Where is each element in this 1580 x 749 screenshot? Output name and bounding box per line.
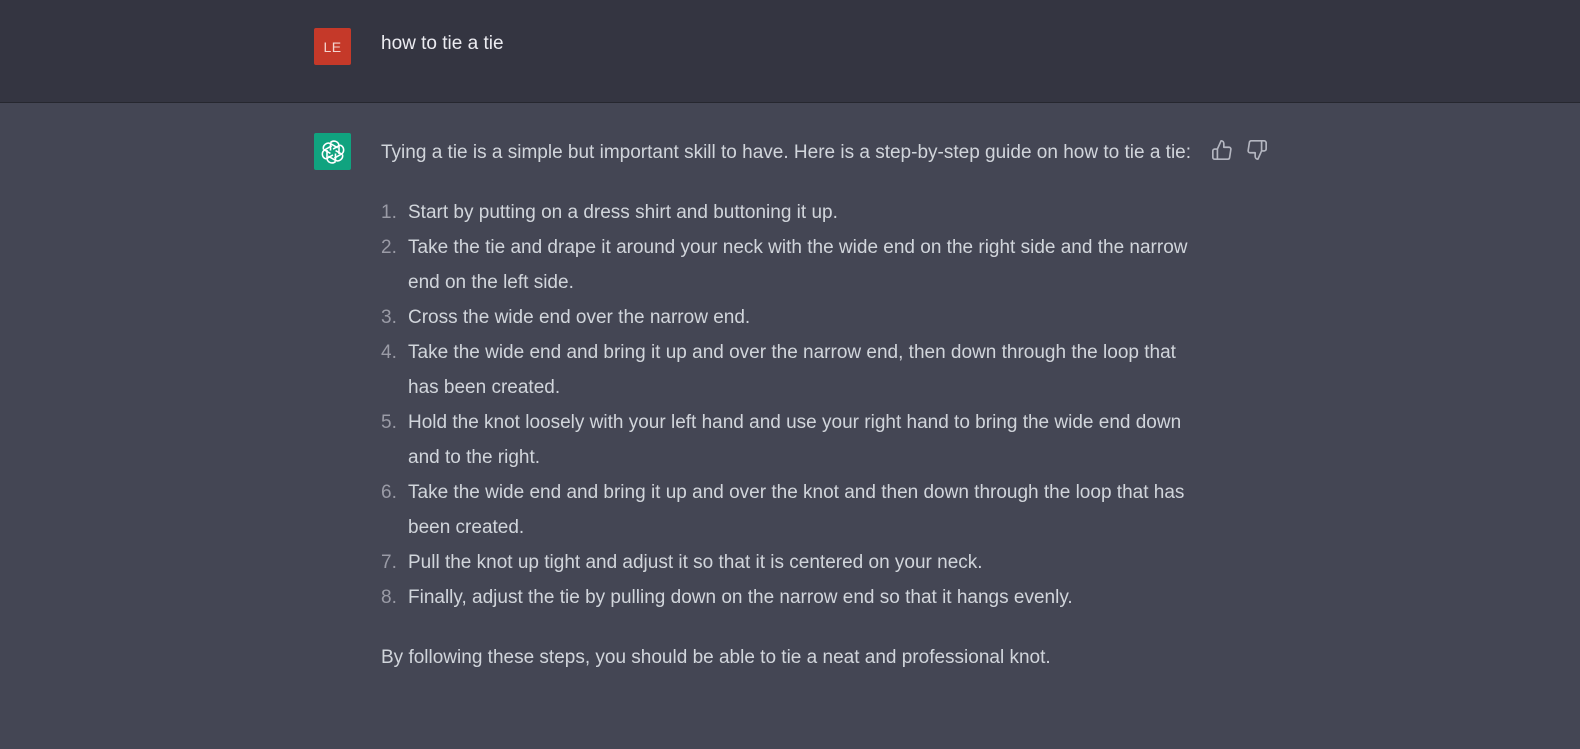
steps-list: 1. Start by putting on a dress shirt and … [381,195,1196,615]
thumbs-up-icon [1212,140,1232,160]
list-item-text: Pull the knot up tight and adjust it so … [408,552,983,573]
thumbs-down-button[interactable] [1244,137,1270,163]
list-item-number: 7. [381,552,397,573]
assistant-avatar [314,133,351,170]
list-item-number: 2. [381,237,397,258]
thumbs-down-icon [1247,140,1267,160]
list-item-text: Hold the knot loosely with your left han… [408,412,1182,468]
list-item: 5. Hold the knot loosely with your left h… [381,405,1196,475]
list-item-text: Start by putting on a dress shirt and bu… [408,202,838,223]
list-item-number: 1. [381,202,397,223]
list-item-text: Take the wide end and bring it up and ov… [408,482,1185,538]
list-item-text: Finally, adjust the tie by pulling down … [408,587,1073,608]
list-item-number: 8. [381,587,397,608]
openai-logo-icon [321,139,344,164]
list-item: 8. Finally, adjust the tie by pulling dow… [381,580,1196,615]
list-item: 1. Start by putting on a dress shirt and … [381,195,1196,230]
list-item: 3. Cross the wide end over the narrow end… [381,300,1196,335]
list-item: 6. Take the wide end and bring it up and … [381,475,1196,545]
list-item-text: Take the wide end and bring it up and ov… [408,342,1176,398]
list-item-text: Cross the wide end over the narrow end. [408,307,751,328]
assistant-message-row: Tying a tie is a simple but important sk… [0,103,1580,749]
answer-conclusion: By following these steps, you should be … [381,647,1051,668]
list-item: 4. Take the wide end and bring it up and … [381,335,1196,405]
list-item-number: 3. [381,307,397,328]
list-item-number: 5. [381,412,397,433]
list-item: 7. Pull the knot up tight and adjust it s… [381,545,1196,580]
thumbs-up-button[interactable] [1209,137,1235,163]
user-avatar: LE [314,28,351,65]
list-item-text: Take the tie and drape it around your ne… [408,237,1188,293]
assistant-message-content: Tying a tie is a simple but important sk… [381,135,1196,675]
list-item: 2. Take the tie and drape it around your … [381,230,1196,300]
user-avatar-initials: LE [323,38,342,55]
list-item-number: 4. [381,342,397,363]
list-item-number: 6. [381,482,397,503]
user-message-text: how to tie a tie [381,33,504,54]
user-message-row: LE how to tie a tie [0,0,1580,103]
answer-intro: Tying a tie is a simple but important sk… [381,142,1192,163]
